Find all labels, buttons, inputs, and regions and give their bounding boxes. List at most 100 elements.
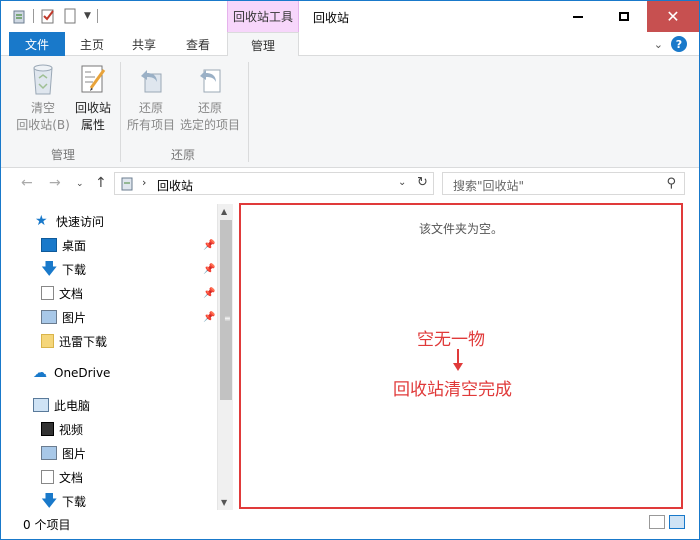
pin-icon[interactable]: 📌: [203, 240, 215, 251]
nav-scrollbar[interactable]: ▲ ≡ ▼: [217, 204, 233, 510]
pictures-icon: [41, 310, 57, 324]
empty-recycle-bin-button[interactable]: 清空 回收站(B): [15, 62, 71, 134]
tab-share[interactable]: 共享: [119, 32, 169, 56]
star-icon: ★: [35, 213, 48, 229]
nav-label: 桌面: [62, 238, 87, 253]
recycle-bin-tools-group: 回收站工具: [227, 1, 299, 32]
restore-selected-icon: [200, 69, 221, 93]
grip-icon: ≡: [224, 314, 231, 323]
restore-all-line1: 还原: [138, 101, 163, 115]
recent-locations-icon[interactable]: ⌄: [76, 179, 84, 189]
pin-icon[interactable]: 📌: [203, 312, 215, 323]
recycle-bin-small-icon[interactable]: [11, 8, 27, 24]
annotation-top: 空无一物: [417, 330, 485, 350]
restore-selected-button[interactable]: 还原 选定的项目: [179, 62, 241, 134]
video-icon: [41, 422, 54, 436]
nav-label: 文档: [59, 470, 84, 485]
scroll-thumb[interactable]: ≡: [220, 220, 232, 400]
annotation-bottom: 回收站清空完成: [393, 380, 512, 400]
refresh-icon[interactable]: ↻: [417, 175, 428, 190]
properties-check-icon[interactable]: [40, 8, 56, 24]
window-title: 回收站: [313, 11, 350, 25]
maximize-button[interactable]: [601, 1, 647, 32]
title-bar: ▼ 回收站工具 回收站 ✕: [1, 1, 699, 32]
tab-file[interactable]: 文件: [9, 32, 65, 56]
nav-label: 此电脑: [54, 398, 91, 413]
nav-xunlei-downloads[interactable]: 迅雷下载: [41, 330, 107, 352]
scroll-up-icon[interactable]: ▲: [221, 207, 227, 216]
scroll-down-icon[interactable]: ▼: [221, 498, 227, 507]
qat-dropdown-icon[interactable]: ▼: [84, 11, 91, 21]
quick-access-toolbar: ▼: [11, 8, 98, 24]
props-line2: 属性: [80, 118, 105, 132]
pin-icon[interactable]: 📌: [203, 288, 215, 299]
breadcrumb-recycle-bin[interactable]: 回收站: [157, 177, 193, 194]
qat-separator: [96, 9, 98, 23]
pin-icon[interactable]: 📌: [203, 264, 215, 275]
nav-label: 文档: [59, 286, 84, 301]
tab-manage[interactable]: 管理: [227, 32, 299, 57]
pictures-icon: [41, 446, 57, 460]
address-row: ← → ⌄ ↑ › 回收站 ⌄ ↻ 搜索"回收站" ⚲: [1, 169, 699, 199]
nav-label: 下载: [62, 494, 87, 509]
empty-line2: 回收站(B): [16, 118, 70, 132]
close-button[interactable]: ✕: [647, 1, 699, 32]
recycle-bin-properties-button[interactable]: 回收站 属性: [71, 62, 115, 134]
cloud-icon: ☁: [33, 365, 47, 381]
file-list-area[interactable]: 该文件夹为空。 空无一物 回收站清空完成: [239, 203, 683, 509]
nav-onedrive[interactable]: ☁ OneDrive: [33, 362, 110, 384]
nav-this-pc[interactable]: 此电脑: [33, 394, 90, 416]
recycle-bin-address-icon: [120, 176, 134, 194]
details-view-icon[interactable]: [649, 515, 665, 529]
minimize-icon: [573, 15, 583, 18]
props-line1: 回收站: [74, 101, 111, 115]
search-icon[interactable]: ⚲: [666, 176, 676, 191]
desktop-icon: [41, 238, 57, 252]
breadcrumb-separator-icon: ›: [142, 176, 147, 189]
qat-separator: [33, 9, 34, 23]
empty-folder-message: 该文件夹为空。: [418, 222, 503, 236]
ribbon-tabs: 文件 主页 共享 查看 管理 ⌄ ?: [1, 32, 699, 57]
nav-documents[interactable]: 文档: [41, 282, 83, 304]
item-count: 0 个项目: [23, 518, 71, 532]
restore-all-button[interactable]: 还原 所有项目: [125, 62, 177, 134]
tab-view[interactable]: 查看: [173, 32, 223, 56]
back-icon[interactable]: ←: [21, 175, 33, 191]
properties-icon: [81, 65, 106, 93]
up-icon[interactable]: ↑: [95, 175, 107, 191]
nav-quick-access[interactable]: ★ 快速访问: [35, 210, 104, 232]
nav-label: 图片: [62, 446, 87, 461]
close-icon: ✕: [666, 7, 680, 26]
ribbon-controls: ⌄ ?: [654, 36, 687, 52]
folder-icon: [41, 334, 54, 348]
address-bar[interactable]: › 回收站 ⌄ ↻: [114, 172, 434, 195]
nav-downloads[interactable]: 🡇 下载: [41, 258, 86, 280]
new-folder-icon[interactable]: [62, 8, 78, 24]
address-dropdown-icon[interactable]: ⌄: [398, 177, 406, 188]
nav-documents-pc[interactable]: 文档: [41, 466, 83, 488]
large-icons-view-icon[interactable]: [669, 515, 685, 529]
nav-desktop[interactable]: 桌面: [41, 234, 86, 256]
group-label-manage: 管理: [51, 148, 76, 162]
nav-downloads-pc[interactable]: 🡇 下载: [41, 490, 86, 512]
tab-home[interactable]: 主页: [69, 32, 115, 56]
status-bar: 0 个项目: [1, 511, 699, 539]
annotation-arrowhead: [453, 363, 463, 371]
collapse-ribbon-icon[interactable]: ⌄: [654, 38, 663, 51]
nav-pictures-pc[interactable]: 图片: [41, 442, 86, 464]
recycle-bin-empty-icon: [33, 64, 53, 95]
search-box[interactable]: 搜索"回收站" ⚲: [442, 172, 685, 195]
minimize-button[interactable]: [555, 1, 601, 32]
nav-pictures[interactable]: 图片: [41, 306, 86, 328]
download-icon: 🡇: [41, 491, 58, 510]
nav-label: 快速访问: [56, 214, 105, 229]
computer-icon: [33, 398, 49, 412]
navigation-pane: ★ 快速访问 桌面 📌 🡇 下载 📌 文档 📌 图片 📌 迅雷下载 ☁ OneD…: [1, 201, 233, 511]
restore-selected-line2: 选定的项目: [179, 118, 240, 132]
nav-videos[interactable]: 视频: [41, 418, 83, 440]
forward-icon[interactable]: →: [49, 175, 61, 191]
explorer-window: ▼ 回收站工具 回收站 ✕ 文件 主页 共享 查看 管理 ⌄ ? 清空 回收站(…: [0, 0, 700, 540]
documents-icon: [41, 470, 54, 484]
ribbon-panel: 清空 回收站(B) 回收站 属性 管理 还原 所有项目 还原 选定的项目 还原: [1, 56, 699, 168]
help-icon[interactable]: ?: [671, 36, 687, 52]
